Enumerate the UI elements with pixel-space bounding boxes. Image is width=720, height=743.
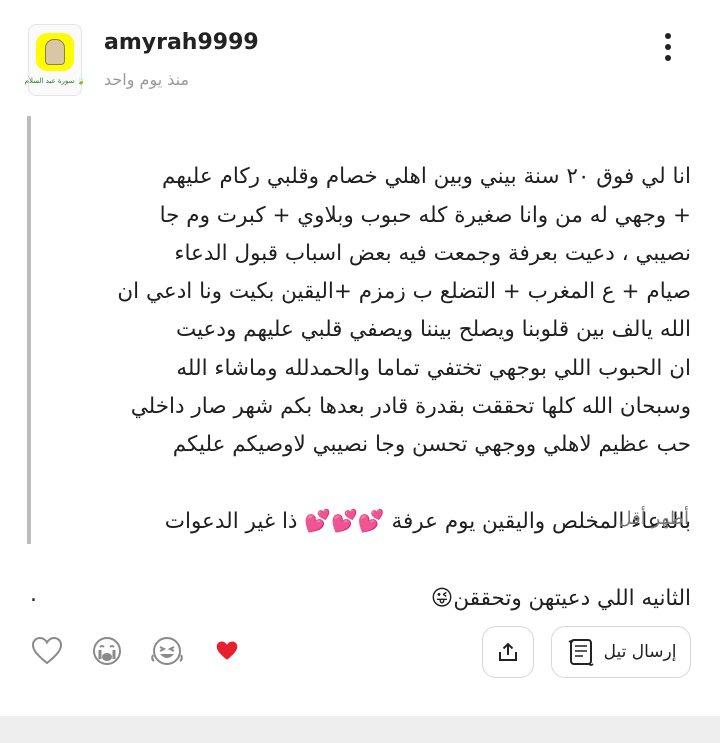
laughing-face-icon[interactable] <box>148 632 186 670</box>
hearts-emoji: 💕💕💕 <box>304 508 385 534</box>
more-dot <box>665 44 671 50</box>
send-button[interactable]: إرسال تيل <box>551 626 691 678</box>
trailing-dot: . <box>30 582 37 607</box>
username[interactable]: amyrah9999 <box>104 30 259 55</box>
avatar[interactable]: سورة عبد السلام 🍃 <box>25 24 85 96</box>
avatar-face <box>45 39 65 65</box>
avatar-caption: سورة عبد السلام 🍃 <box>24 77 86 85</box>
post-line-10-text: الثانيه اللي دعيتهن وتحققن <box>453 585 691 611</box>
reaction-bar <box>28 632 246 670</box>
footer-divider <box>0 716 720 743</box>
crying-face-icon[interactable] <box>88 632 126 670</box>
heart-outline-icon[interactable] <box>28 632 66 670</box>
share-button[interactable] <box>482 626 534 678</box>
post-body: انا لي فوق ٢٠ سنة بيني وبين اهلي خصام وق… <box>41 120 691 618</box>
scroll-icon <box>568 639 594 666</box>
send-button-label: إرسال تيل <box>603 642 677 662</box>
post-body-text: انا لي فوق ٢٠ سنة بيني وبين اهلي خصام وق… <box>117 164 691 458</box>
snapchat-ghost-icon <box>36 33 74 71</box>
red-heart-icon[interactable] <box>208 632 246 670</box>
more-dot <box>665 33 671 39</box>
post-line-9-tail: ذا غير الدعوات <box>164 508 305 534</box>
post-line-9: بالدعاء المخلص واليقين يوم عرفة 💕💕💕 ذا غ… <box>165 509 691 534</box>
more-dot <box>665 55 671 61</box>
winking-tongue-emoji: 😜 <box>430 585 454 611</box>
more-vertical-icon[interactable] <box>652 24 684 70</box>
share-upload-icon <box>499 642 517 661</box>
post-line-10: الثانيه اللي دعيتهن وتحققن😜 <box>431 586 691 611</box>
post-quote: انا لي فوق ٢٠ سنة بيني وبين اهلي خصام وق… <box>27 116 693 611</box>
show-less-link[interactable]: أظهر أقل <box>618 508 689 529</box>
post-timestamp: منذ يوم واحد <box>104 70 190 89</box>
